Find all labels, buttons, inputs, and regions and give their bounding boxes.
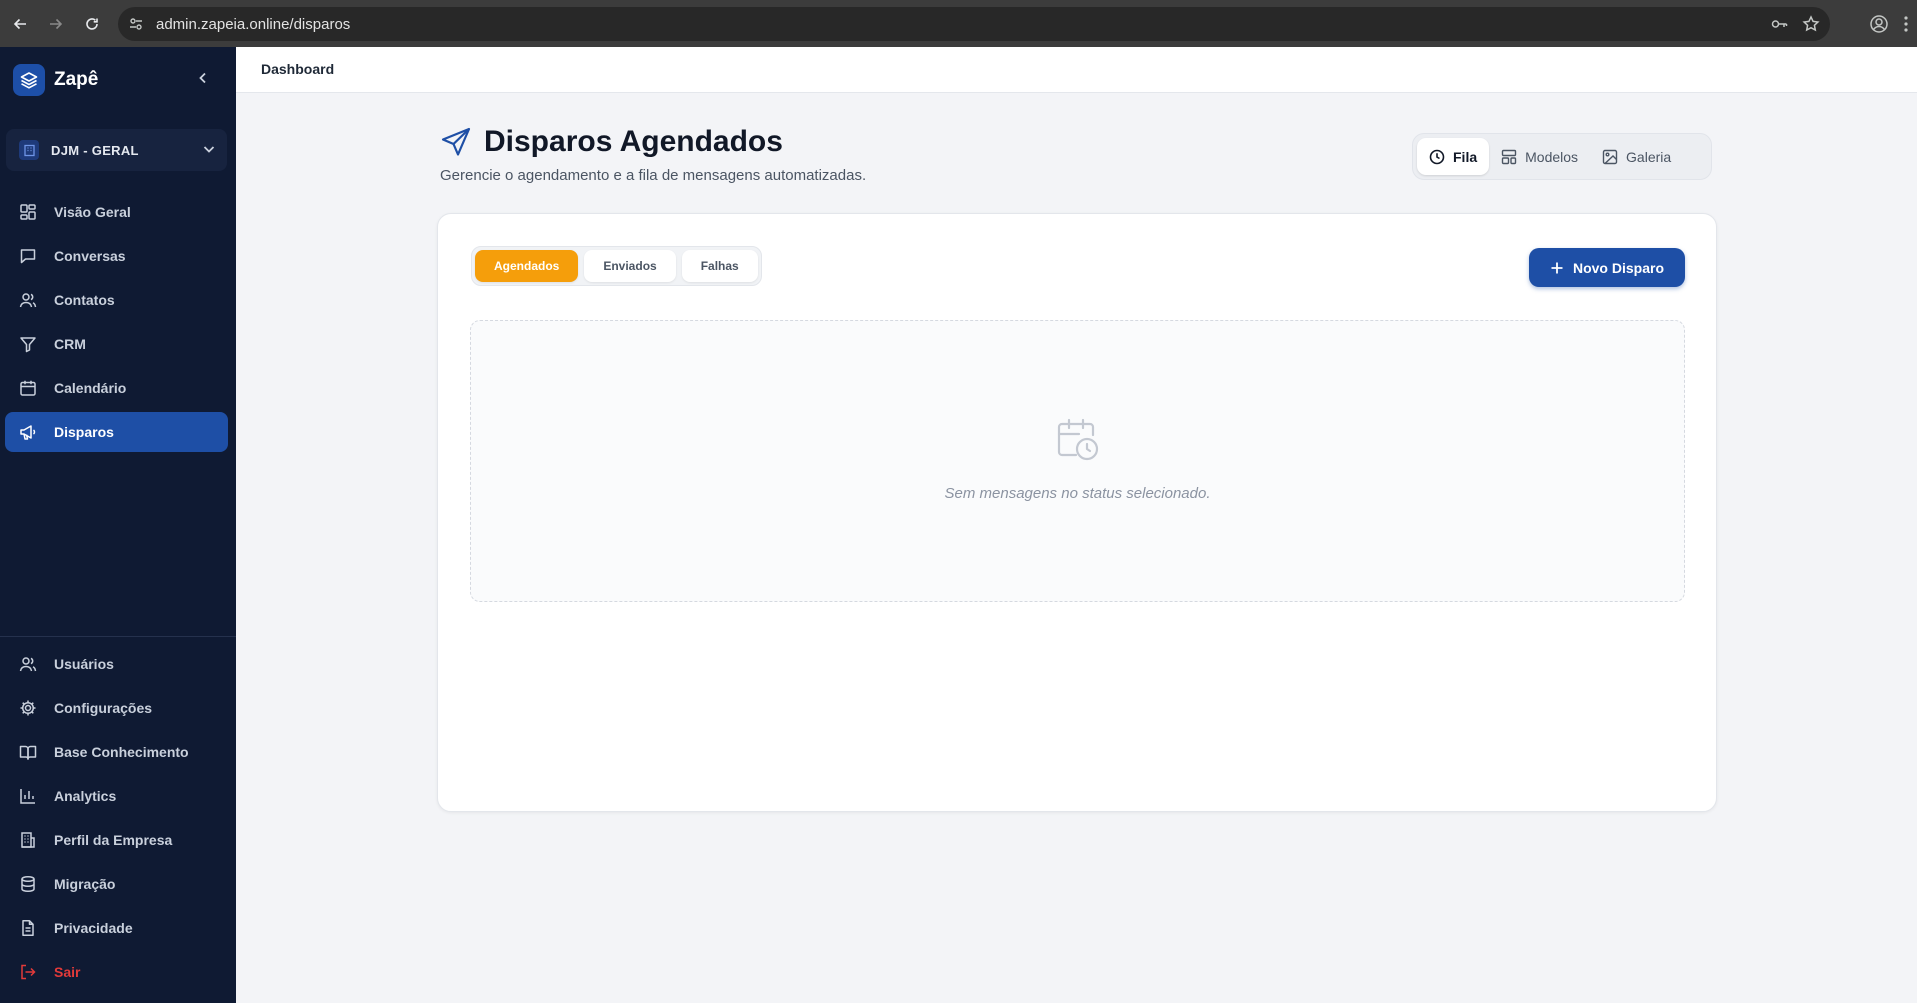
calendar-icon xyxy=(18,378,38,398)
sidebar-item-visao-geral[interactable]: Visão Geral xyxy=(5,192,228,232)
users-icon xyxy=(18,654,38,674)
building-icon xyxy=(18,830,38,850)
empty-state: Sem mensagens no status selecionado. xyxy=(470,320,1685,602)
gear-icon xyxy=(18,698,38,718)
sidebar-item-label: Base Conhecimento xyxy=(54,744,189,760)
tab-label: Galeria xyxy=(1626,148,1672,165)
tab-agendados[interactable]: Agendados xyxy=(475,250,579,282)
sidebar-item-label: Sair xyxy=(54,964,81,980)
plus-icon xyxy=(1550,261,1564,275)
sidebar-item-label: Visão Geral xyxy=(54,204,131,220)
layers-logo-icon xyxy=(13,64,45,96)
sidebar-item-label: Perfil da Empresa xyxy=(54,832,173,848)
chat-icon xyxy=(18,246,38,266)
funnel-icon xyxy=(18,334,38,354)
tab-fila[interactable]: Fila xyxy=(1417,138,1490,175)
database-icon xyxy=(18,874,38,894)
tab-label: Fila xyxy=(1453,148,1478,165)
sidebar-item-crm[interactable]: CRM xyxy=(5,324,228,364)
profile-icon[interactable] xyxy=(1869,14,1889,34)
breadcrumb[interactable]: Dashboard xyxy=(261,61,334,77)
image-icon xyxy=(1602,149,1618,165)
logout-icon xyxy=(18,962,38,982)
sidebar-item-sair[interactable]: Sair xyxy=(5,952,228,992)
browser-toolbar: admin.zapeia.online/disparos xyxy=(0,0,1917,47)
tab-falhas[interactable]: Falhas xyxy=(681,250,758,282)
send-icon xyxy=(440,126,472,158)
sidebar-item-label: Usuários xyxy=(54,656,114,672)
layout-template-icon xyxy=(1501,149,1517,165)
reload-icon[interactable] xyxy=(74,6,110,42)
sidebar: Zapê DJM - GERAL Visão Geral Conversas C… xyxy=(0,47,236,1003)
sidebar-item-base-conhecimento[interactable]: Base Conhecimento xyxy=(5,732,228,772)
sidebar-item-usuarios[interactable]: Usuários xyxy=(5,644,228,684)
sidebar-item-label: Analytics xyxy=(54,788,117,804)
sidebar-item-disparos[interactable]: Disparos xyxy=(5,412,228,452)
tab-enviados[interactable]: Enviados xyxy=(584,250,676,282)
workspace-selector[interactable]: DJM - GERAL xyxy=(6,129,227,171)
sidebar-item-label: Calendário xyxy=(54,380,127,396)
tab-galeria[interactable]: Galeria xyxy=(1590,138,1683,175)
sidebar-item-migracao[interactable]: Migração xyxy=(5,864,228,904)
brand[interactable]: Zapê xyxy=(13,64,98,96)
sidebar-item-label: Contatos xyxy=(54,292,115,308)
megaphone-icon xyxy=(18,422,38,442)
site-settings-icon[interactable] xyxy=(128,16,144,32)
tab-modelos[interactable]: Modelos xyxy=(1489,138,1590,175)
calendar-clock-icon xyxy=(1056,417,1100,463)
button-label: Novo Disparo xyxy=(1572,259,1664,276)
sidebar-item-label: Configurações xyxy=(54,700,153,716)
sidebar-item-privacidade[interactable]: Privacidade xyxy=(5,908,228,948)
chevron-down-icon xyxy=(201,141,217,157)
workspace-name: DJM - GERAL xyxy=(51,142,139,158)
forward-arrow-icon[interactable] xyxy=(38,6,74,42)
empty-message: Sem mensagens no status selecionado. xyxy=(944,485,1211,502)
main-nav: Visão Geral Conversas Contatos CRM Calen… xyxy=(5,192,228,456)
view-switcher: Fila Modelos Galeria xyxy=(1412,133,1712,180)
url-text: admin.zapeia.online/disparos xyxy=(156,15,351,33)
sidebar-item-perfil-empresa[interactable]: Perfil da Empresa xyxy=(5,820,228,860)
sidebar-item-label: Privacidade xyxy=(54,920,133,936)
chevron-left-icon[interactable] xyxy=(196,71,210,85)
sidebar-item-label: CRM xyxy=(54,336,86,352)
sidebar-item-contatos[interactable]: Contatos xyxy=(5,280,228,320)
users-icon xyxy=(18,290,38,310)
sidebar-item-label: Migração xyxy=(54,876,116,892)
secondary-nav: Usuários Configurações Base Conhecimento… xyxy=(5,644,228,996)
bar-chart-icon xyxy=(18,786,38,806)
sidebar-item-conversas[interactable]: Conversas xyxy=(5,236,228,276)
menu-dots-icon[interactable] xyxy=(1903,15,1909,33)
sidebar-item-calendario[interactable]: Calendário xyxy=(5,368,228,408)
brand-name: Zapê xyxy=(54,69,99,90)
back-arrow-icon[interactable] xyxy=(2,6,38,42)
page-title: Disparos Agendados xyxy=(484,125,783,158)
password-key-icon[interactable] xyxy=(1770,15,1788,33)
top-bar: Dashboard xyxy=(236,47,1917,93)
address-bar[interactable]: admin.zapeia.online/disparos xyxy=(118,7,1830,41)
book-icon xyxy=(18,742,38,762)
sidebar-item-analytics[interactable]: Analytics xyxy=(5,776,228,816)
sidebar-item-label: Conversas xyxy=(54,248,126,264)
novo-disparo-button[interactable]: Novo Disparo xyxy=(1529,248,1685,287)
page-header: Disparos Agendados Gerencie o agendament… xyxy=(440,125,866,184)
disparos-card: Agendados Enviados Falhas Novo Disparo S… xyxy=(437,213,1717,812)
sidebar-item-label: Disparos xyxy=(54,424,114,440)
grid-icon xyxy=(18,202,38,222)
page-subtitle: Gerencie o agendamento e a fila de mensa… xyxy=(440,167,867,184)
building-icon xyxy=(19,140,39,160)
sidebar-divider xyxy=(0,636,236,637)
document-icon xyxy=(18,918,38,938)
sidebar-item-configuracoes[interactable]: Configurações xyxy=(5,688,228,728)
bookmark-star-icon[interactable] xyxy=(1802,15,1820,33)
clock-icon xyxy=(1429,149,1445,165)
status-tabs: Agendados Enviados Falhas xyxy=(471,246,762,286)
tab-label: Modelos xyxy=(1525,148,1579,165)
